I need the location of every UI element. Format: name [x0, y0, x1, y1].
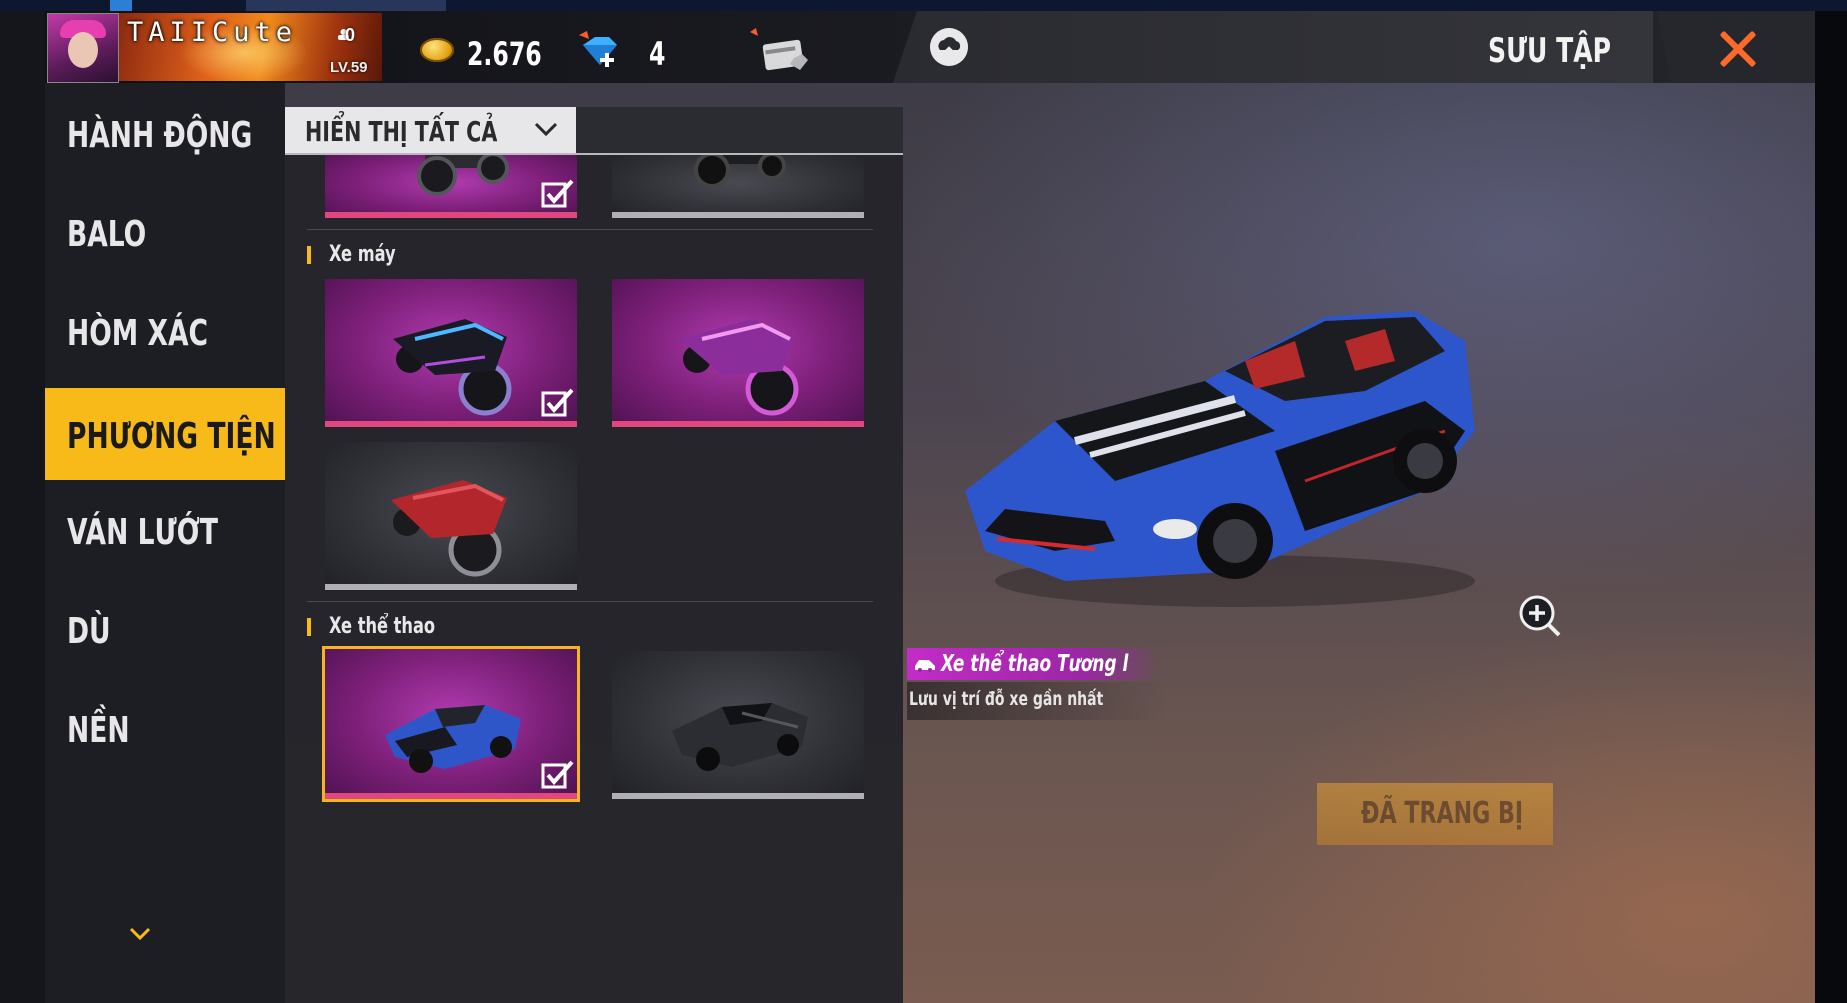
vehicle-tile[interactable]	[325, 279, 577, 427]
avatar-face	[68, 32, 98, 68]
section-title: Xe thể thao	[329, 614, 436, 639]
motorbike-image	[680, 319, 799, 416]
vehicle-tile[interactable]	[612, 154, 864, 218]
tile-rarity-bar	[325, 584, 577, 590]
checkmark-icon	[541, 179, 574, 208]
vehicle-tile[interactable]	[325, 154, 577, 218]
section-marker	[307, 618, 311, 636]
sports-car-image	[385, 705, 521, 773]
gold-amount: 2.676	[467, 35, 542, 73]
cloud-icon[interactable]	[930, 28, 968, 66]
nav-item-label: HÀNH ĐỘNG	[67, 115, 253, 156]
chevron-down-icon	[534, 122, 558, 137]
vehicle-tile-selected[interactable]	[325, 649, 577, 799]
tile-rarity-bar	[325, 793, 577, 799]
car-icon	[915, 660, 935, 672]
filter-label: HIỂN THỊ TẤT CẢ	[305, 115, 498, 148]
vehicle-tile[interactable]	[325, 442, 577, 590]
checkmark-icon	[541, 388, 574, 417]
nav-item-label: HÒM XÁC	[67, 313, 209, 354]
chevron-down-icon[interactable]	[125, 923, 155, 943]
player-name: TAIICute	[127, 17, 298, 48]
right-border	[1815, 11, 1847, 1003]
tile-rarity-bar	[325, 421, 577, 427]
equipped-label: ĐÃ TRANG BỊ	[1361, 796, 1524, 831]
collection-screen: TAIICute 0 LV.59 2.676 4 SƯU TẬP HÀNH ĐỘ…	[45, 11, 1815, 1003]
nav-item-lootbox[interactable]: HÒM XÁC	[45, 285, 285, 377]
likes-count: 0	[345, 25, 356, 45]
tile-rarity-bar	[612, 793, 864, 799]
item-name-banner: Xe thể thao Tương l	[907, 648, 1159, 680]
diamond-amount: 4	[649, 35, 666, 73]
window-tab	[110, 0, 132, 11]
page-title: SƯU TẬP	[1488, 31, 1612, 71]
tile-rarity-bar	[612, 212, 864, 218]
filter-dropdown[interactable]: HIỂN THỊ TẤT CẢ	[285, 107, 576, 153]
tile-rarity-bar	[612, 421, 864, 427]
zoom-in-icon[interactable]	[1517, 593, 1563, 639]
nav-item-label: DÙ	[67, 611, 111, 652]
coin-icon	[420, 38, 454, 62]
vehicle-preview-image	[965, 311, 1475, 607]
vehicle-tile[interactable]	[612, 651, 864, 799]
window-strip	[0, 0, 1847, 11]
window-tab	[246, 0, 446, 11]
vehicle-tile[interactable]	[612, 279, 864, 427]
section-marker	[307, 246, 311, 264]
monster-truck-image	[417, 154, 509, 196]
nav-item-background[interactable]: NỀN	[45, 682, 285, 774]
nav-item-label: PHƯƠNG TIỆN	[67, 416, 276, 457]
checkmark-icon	[541, 760, 574, 789]
filter-bar: HIỂN THỊ TẤT CẢ	[285, 107, 903, 155]
sports-car-image	[672, 703, 808, 771]
card-icon[interactable]	[750, 28, 812, 76]
nav-item-backpack[interactable]: BALO	[45, 186, 285, 278]
tile-rarity-bar	[325, 212, 577, 218]
close-icon[interactable]	[1682, 23, 1792, 73]
diamond-icon[interactable]	[575, 31, 619, 71]
category-sidebar: HÀNH ĐỘNG BALO HÒM XÁC PHƯƠNG TIỆN VÁN L…	[45, 83, 285, 1003]
player-level: LV.59	[330, 59, 368, 76]
nav-item-actions[interactable]: HÀNH ĐỘNG	[45, 87, 285, 179]
monster-truck-image	[694, 154, 786, 188]
section-title: Xe máy	[329, 242, 396, 267]
section-divider	[307, 601, 873, 602]
motorbike-image	[393, 319, 512, 416]
nav-item-label: VÁN LƯỚT	[67, 512, 219, 553]
nav-item-label: NỀN	[67, 710, 130, 751]
item-name: Xe thể thao Tương l	[941, 651, 1129, 677]
motorbike-image	[391, 480, 507, 577]
nav-item-parachute[interactable]: DÙ	[45, 583, 285, 675]
user-avatar[interactable]	[47, 13, 119, 83]
nav-item-label: BALO	[67, 214, 147, 255]
item-description: Lưu vị trí đỗ xe gần nhất	[909, 688, 1104, 710]
section-divider	[307, 229, 873, 230]
nav-item-surfboard[interactable]: VÁN LƯỚT	[45, 484, 285, 576]
nav-item-vehicles[interactable]: PHƯƠNG TIỆN	[45, 388, 285, 480]
equipped-button[interactable]: ĐÃ TRANG BỊ	[1317, 783, 1553, 845]
